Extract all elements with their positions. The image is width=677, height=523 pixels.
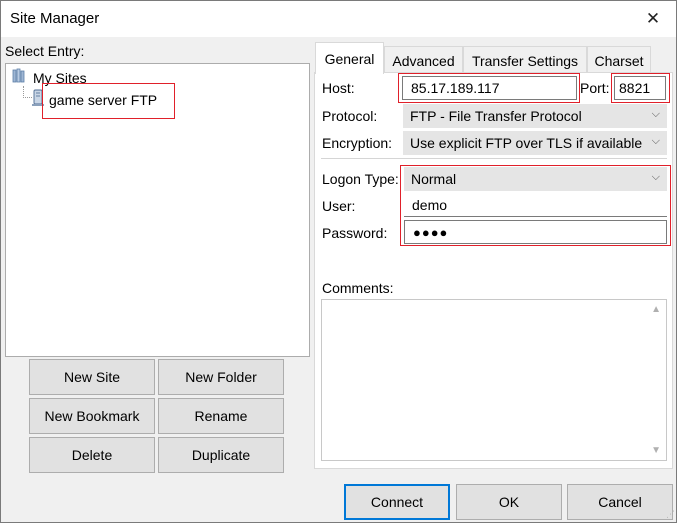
tree-item-my-sites[interactable]: My Sites bbox=[11, 68, 87, 87]
scroll-up-icon[interactable]: ▲ bbox=[651, 304, 661, 315]
button-label: Delete bbox=[71, 447, 113, 463]
site-manager-window: Site Manager ✕ Select Entry: My Sites ga… bbox=[0, 0, 677, 523]
port-label: Port: bbox=[580, 80, 610, 96]
button-label: Cancel bbox=[598, 494, 642, 510]
chevron-down-icon: ⌵ bbox=[651, 108, 660, 120]
window-title: Site Manager bbox=[10, 10, 100, 27]
tab-charset[interactable]: Charset bbox=[587, 46, 651, 74]
site-tree[interactable]: My Sites game server FTP bbox=[5, 63, 310, 357]
resize-grip-icon[interactable]: ⋰ bbox=[666, 509, 675, 520]
protocol-value: FTP - File Transfer Protocol bbox=[410, 108, 582, 124]
button-label: Connect bbox=[370, 494, 424, 510]
chevron-down-icon: ⌵ bbox=[651, 135, 660, 147]
new-site-button[interactable]: New Site bbox=[29, 359, 155, 395]
protocol-select[interactable]: FTP - File Transfer Protocol ⌵ bbox=[403, 104, 667, 128]
encryption-select[interactable]: Use explicit FTP over TLS if available ⌵ bbox=[403, 131, 667, 155]
new-folder-button[interactable]: New Folder bbox=[158, 359, 284, 395]
encryption-value: Use explicit FTP over TLS if available bbox=[410, 135, 643, 151]
password-input[interactable]: ●●●● bbox=[404, 220, 667, 244]
user-input[interactable]: demo bbox=[404, 193, 667, 217]
comments-label: Comments: bbox=[322, 280, 394, 296]
tab-general[interactable]: General bbox=[315, 42, 384, 74]
delete-button[interactable]: Delete bbox=[29, 437, 155, 473]
button-label: New Folder bbox=[185, 369, 257, 385]
server-icon bbox=[31, 89, 45, 110]
encryption-label: Encryption: bbox=[322, 135, 393, 151]
tab-label: Charset bbox=[594, 52, 644, 69]
tab-label: Transfer Settings bbox=[471, 52, 579, 69]
title-bar: Site Manager ✕ bbox=[1, 1, 676, 37]
comments-textarea[interactable]: ▲ ▼ bbox=[321, 299, 667, 461]
button-label: New Site bbox=[63, 369, 121, 385]
folder-icon bbox=[11, 68, 29, 87]
rename-button[interactable]: Rename bbox=[158, 398, 284, 434]
select-entry-label: Select Entry: bbox=[5, 43, 85, 59]
cancel-button[interactable]: Cancel bbox=[567, 484, 673, 520]
host-label: Host: bbox=[322, 80, 355, 96]
new-bookmark-button[interactable]: New Bookmark bbox=[29, 398, 155, 434]
button-label: Rename bbox=[194, 408, 248, 424]
tree-item-game-server-ftp[interactable]: game server FTP bbox=[31, 89, 157, 110]
button-label: New Bookmark bbox=[44, 408, 140, 424]
separator bbox=[321, 158, 667, 159]
port-input[interactable]: 8821 bbox=[614, 76, 666, 100]
tree-item-label: My Sites bbox=[33, 69, 87, 86]
connect-button[interactable]: Connect bbox=[344, 484, 450, 520]
host-input[interactable]: 85.17.189.117 bbox=[402, 76, 577, 100]
tab-transfer-settings[interactable]: Transfer Settings bbox=[463, 46, 587, 74]
tree-item-label: game server FTP bbox=[49, 91, 158, 108]
scroll-down-icon[interactable]: ▼ bbox=[651, 445, 661, 456]
user-label: User: bbox=[322, 198, 356, 214]
duplicate-button[interactable]: Duplicate bbox=[158, 437, 284, 473]
logon-type-select[interactable]: Normal ⌵ bbox=[404, 167, 667, 191]
ok-button[interactable]: OK bbox=[456, 484, 562, 520]
logon-type-label: Logon Type: bbox=[322, 171, 399, 187]
chevron-down-icon: ⌵ bbox=[651, 171, 660, 183]
password-label: Password: bbox=[322, 225, 388, 241]
logon-type-value: Normal bbox=[411, 171, 457, 187]
button-label: OK bbox=[498, 494, 520, 510]
tab-advanced[interactable]: Advanced bbox=[384, 46, 463, 74]
tab-label: General bbox=[324, 50, 375, 67]
protocol-label: Protocol: bbox=[322, 108, 378, 124]
button-label: Duplicate bbox=[191, 447, 251, 463]
tab-label: Advanced bbox=[392, 52, 455, 69]
close-icon[interactable]: ✕ bbox=[630, 1, 676, 37]
